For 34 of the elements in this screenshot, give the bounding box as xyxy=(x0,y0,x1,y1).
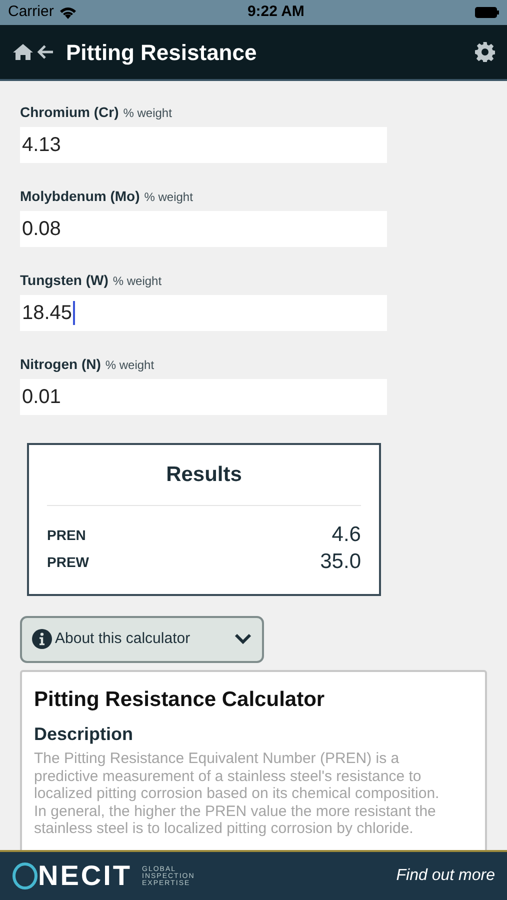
home-icon[interactable] xyxy=(12,43,34,61)
unit-label: % weight xyxy=(105,358,154,372)
wifi-icon xyxy=(58,6,77,19)
description-text: The Pitting Resistance Equivalent Number (PREN) is a predictive measurement of a stainless steel's resistance to localized pitting corrosion based on its chemical composition. In general, the higher the PREN value the more resistant the stainless steel is to localized pitting corrosion by chloride. xyxy=(34,750,440,838)
battery-icon xyxy=(475,7,499,18)
back-arrow-icon[interactable] xyxy=(36,44,54,60)
result-value: 35.0 xyxy=(320,549,361,576)
section-heading: Description xyxy=(34,723,134,746)
page-title: Pitting Resistance xyxy=(66,38,257,67)
field-label: Tungsten (W) xyxy=(20,272,108,288)
unit-label: % weight xyxy=(123,106,172,120)
info-icon xyxy=(32,629,52,649)
logo-text: NECIT xyxy=(38,859,132,893)
about-toggle-button[interactable]: About this calculator xyxy=(20,616,264,662)
clock-time: 9:22 AM xyxy=(247,2,304,22)
field-label: Chromium (Cr) xyxy=(20,104,119,120)
unit-label: % weight xyxy=(144,190,193,204)
results-title: Results xyxy=(165,462,243,488)
card-title: Pitting Resistance Calculator xyxy=(34,686,326,712)
chevron-down-icon xyxy=(234,633,252,645)
find-out-more-link[interactable]: Find out more xyxy=(396,864,495,888)
result-label: PREW xyxy=(47,552,89,572)
unit-label: % weight xyxy=(112,274,162,288)
input-field[interactable]: 4.13 xyxy=(20,127,387,163)
input-field[interactable]: 0.01 xyxy=(20,379,387,415)
field-label: Nitrogen (N) xyxy=(20,356,101,372)
input-field[interactable]: 18.45 xyxy=(20,295,387,331)
input-field[interactable]: 0.08 xyxy=(20,211,387,247)
result-label: PREN xyxy=(47,526,86,544)
result-value: 4.6 xyxy=(332,522,361,548)
settings-icon[interactable] xyxy=(475,42,495,62)
ring-icon xyxy=(12,862,38,890)
carrier-name: Carrier xyxy=(8,2,54,22)
field-label: Molybdenum (Mo) xyxy=(20,188,140,204)
